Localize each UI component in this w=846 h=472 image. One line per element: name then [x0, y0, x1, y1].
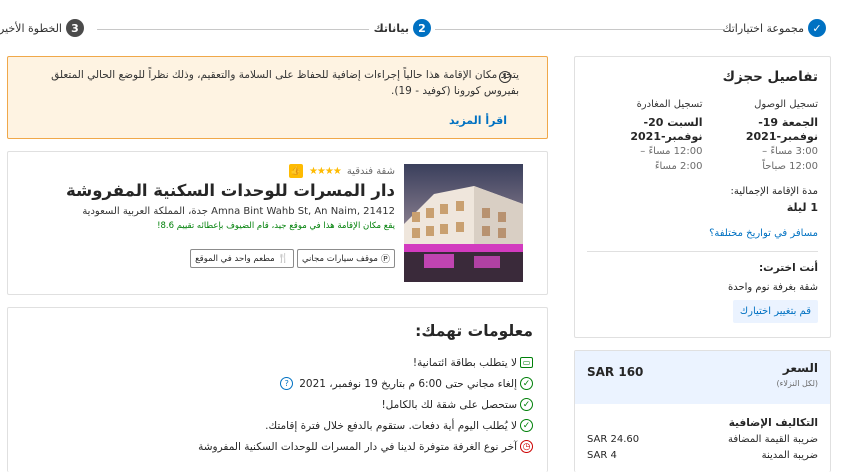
- check-icon: ✓: [521, 377, 534, 390]
- info-text: ستحصل على شقة لك بالكامل!: [382, 398, 518, 411]
- check-icon: ✓: [809, 19, 827, 37]
- step-number: 2: [414, 19, 432, 37]
- step-label: بياناتك: [374, 21, 410, 35]
- price-summary: السعر (لكل النزلاء) SAR 160 التكاليف الإ…: [575, 350, 832, 472]
- alert-icon: !: [500, 71, 512, 83]
- check-icon: ✓: [521, 419, 534, 432]
- fee-label: ضريبة القيمة المضافة: [728, 434, 819, 445]
- step-final: 3 الخطوة الأخيرة: [0, 19, 85, 37]
- checkout-time-from: 12:00 مساءً –: [641, 146, 704, 157]
- checkout-label: تسجيل المغادرة: [637, 99, 704, 110]
- thumbs-up-icon: 👍: [289, 164, 304, 178]
- checkout-date: السبت 20- نوفمبر-2021: [631, 116, 704, 143]
- info-icon[interactable]: ?: [281, 377, 295, 390]
- info-text: لا يتطلب بطاقة ائتمانية!: [413, 356, 518, 369]
- important-info-title: معلومات تهمك:: [416, 322, 534, 340]
- hotel-photo[interactable]: [405, 164, 524, 282]
- info-text: آخر نوع الغرفة متوفرة لدينا في دار المسر…: [199, 440, 518, 453]
- step-details: 2 بياناتك: [375, 19, 432, 37]
- extra-charges-title: التكاليف الإضافية: [729, 417, 819, 429]
- covid-notice: ! يتخذ مكان الإقامة هذا حالياً إجراءات إ…: [8, 56, 549, 139]
- hotel-photo-image: [405, 164, 524, 282]
- amenity-restaurant: 🍴 مطعم واحد في الموقع: [191, 249, 295, 268]
- checkin-time-from: 3:00 مساءً –: [763, 146, 819, 157]
- list-item: ✓ إلغاء مجاني حتى 6:00 م بتاريخ 19 نوفمب…: [23, 373, 534, 394]
- price-note: (لكل النزلاء): [777, 379, 819, 388]
- clock-icon: ◷: [521, 440, 534, 453]
- booking-details-title: تفاصيل حجزك: [723, 69, 819, 85]
- price-header: السعر (لكل النزلاء) SAR 160: [576, 351, 831, 404]
- hotel-type-row: شقة فندقية ★★★★ 👍: [21, 164, 396, 178]
- restaurant-icon: 🍴: [278, 253, 290, 264]
- check-icon: ✓: [521, 398, 534, 411]
- info-text: إلغاء مجاني حتى 6:00 م بتاريخ 19 نوفمبر،…: [300, 377, 518, 390]
- step-number: 3: [67, 19, 85, 37]
- step-divider: [436, 29, 726, 30]
- hotel-info: شقة فندقية ★★★★ 👍 دار المسرات للوحدات ال…: [21, 164, 396, 231]
- info-text: لا يُطلب اليوم أية دفعات. ستقوم بالدفع خ…: [266, 419, 518, 432]
- read-more-link[interactable]: اقرأ المزيد: [450, 114, 508, 127]
- divider: [588, 251, 819, 252]
- price-body: التكاليف الإضافية ضريبة القيمة المضافة S…: [576, 404, 831, 472]
- fee-label: ضريبة المدينة: [762, 450, 819, 461]
- checkin-column: تسجيل الوصول الجمعة 19- نوفمبر-2021 3:00…: [704, 99, 819, 174]
- checkin-time-to: 12:00 صباحاً: [763, 161, 819, 172]
- checkin-date: الجمعة 19- نوفمبر-2021: [746, 116, 819, 143]
- parking-icon: Ⓟ: [381, 255, 391, 265]
- hotel-type: شقة فندقية: [347, 165, 396, 177]
- change-selection-button[interactable]: قم بتغيير اختيارك: [733, 300, 819, 323]
- step-selection[interactable]: ✓ مجموعة اختياراتك: [723, 19, 827, 37]
- checkout-column: تسجيل المغادرة السبت 20- نوفمبر-2021 12:…: [588, 99, 704, 174]
- booking-details: تفاصيل حجزك تسجيل الوصول الجمعة 19- نوفم…: [575, 56, 832, 338]
- list-item: ✓ لا يُطلب اليوم أية دفعات. ستقوم بالدفع…: [23, 415, 534, 436]
- checkin-label: تسجيل الوصول: [755, 99, 819, 110]
- amenities: Ⓟ موقف سيارات مجاني 🍴 مطعم واحد في الموق…: [191, 249, 396, 268]
- fee-row: ضريبة القيمة المضافة SAR 24.60: [588, 434, 819, 445]
- step-label: الخطوة الأخيرة: [0, 21, 63, 35]
- hotel-name: دار المسرات للوحدات السكنية المفروشة: [67, 181, 396, 200]
- amenity-label: مطعم واحد في الموقع: [196, 253, 276, 264]
- fee-value: SAR 24.60: [588, 434, 641, 445]
- notice-text: يتخذ مكان الإقامة هذا حالياً إجراءات إضا…: [52, 69, 520, 97]
- list-item: ▭ لا يتطلب بطاقة ائتمانية!: [23, 352, 534, 373]
- star-rating: ★★★★: [309, 165, 343, 177]
- important-info: معلومات تهمك: ▭ لا يتطلب بطاقة ائتمانية!…: [8, 307, 549, 472]
- step-divider: [98, 29, 370, 30]
- change-dates-link[interactable]: مسافر في تواريخ مختلفة؟: [588, 228, 819, 239]
- important-info-list: ▭ لا يتطلب بطاقة ائتمانية! ✓ إلغاء مجاني…: [23, 352, 534, 457]
- selection-value: شقة بغرفة نوم واحدة: [728, 282, 819, 293]
- checkout-time-to: 2:00 مساءً: [655, 161, 704, 172]
- step-label: مجموعة اختياراتك: [723, 21, 805, 35]
- selection-label: أنت اخترت:: [759, 262, 819, 274]
- stay-length-label: مدة الإقامة الإجمالية:: [731, 186, 819, 197]
- list-item: ✓ ستحصل على شقة لك بالكامل!: [23, 394, 534, 415]
- fee-row: ضريبة المدينة SAR 4: [588, 450, 819, 461]
- stay-length-value: 1 ليلة: [787, 201, 819, 214]
- amenity-parking: Ⓟ موقف سيارات مجاني: [297, 249, 396, 268]
- amenity-label: موقف سيارات مجاني: [302, 253, 379, 264]
- price-total: SAR 160: [588, 365, 645, 379]
- list-item: ◷ آخر نوع الغرفة متوفرة لدينا في دار الم…: [23, 436, 534, 457]
- card-icon: ▭: [521, 357, 534, 368]
- booking-dates: تسجيل الوصول الجمعة 19- نوفمبر-2021 3:00…: [588, 99, 819, 174]
- progress-steps: ✓ مجموعة اختياراتك 2 بياناتك 3 الخطوة ال…: [0, 0, 846, 58]
- fee-value: SAR 4: [588, 450, 618, 461]
- location-rating-note: يقع مكان الإقامة هذا في موقع جيد، قام ال…: [158, 221, 396, 231]
- hotel-card: شقة فندقية ★★★★ 👍 دار المسرات للوحدات ال…: [8, 151, 549, 295]
- hotel-address: Amna Bint Wahb St, An Naim, 21412 جدة، ا…: [83, 206, 396, 217]
